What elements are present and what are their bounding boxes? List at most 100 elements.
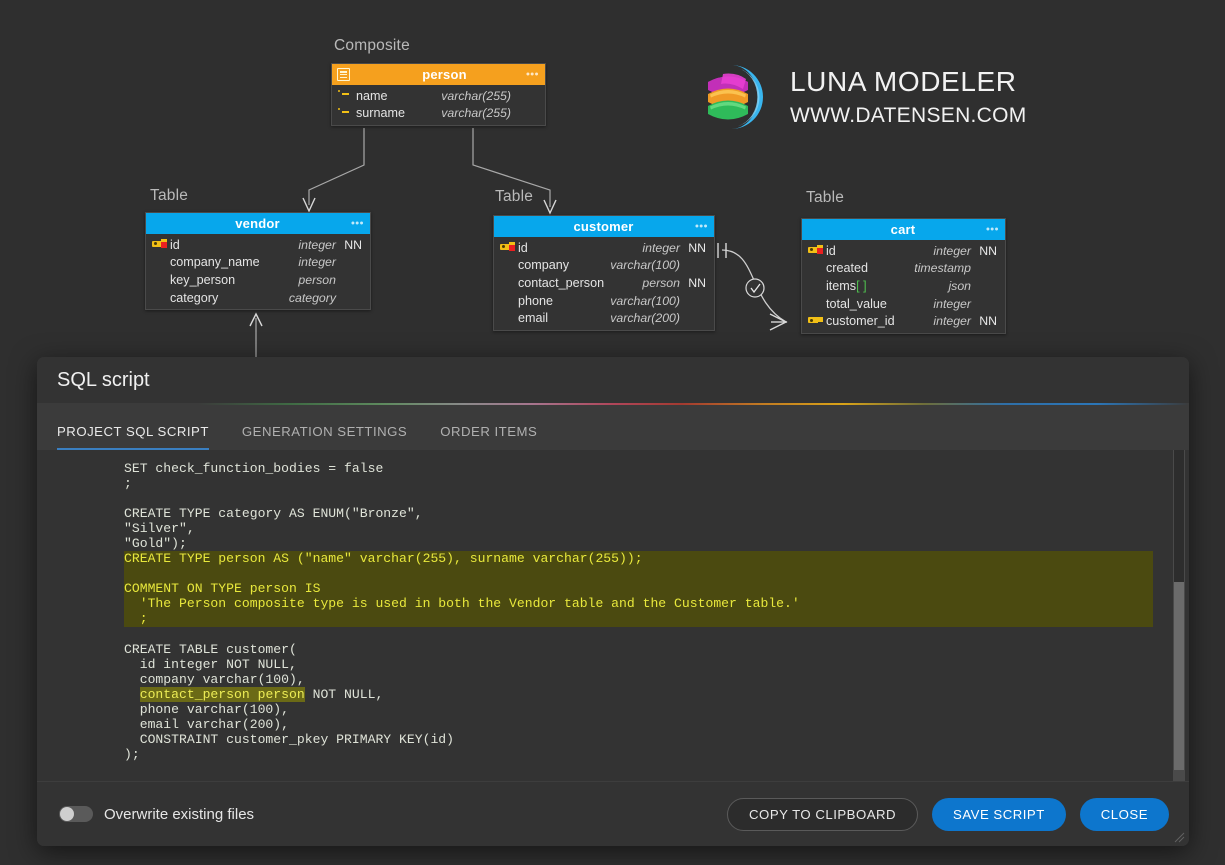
attribute-type: integer: [642, 240, 680, 255]
no-key-icon: [500, 313, 517, 324]
attribute-type: json: [948, 278, 971, 293]
attribute-icon: [338, 90, 355, 101]
attribute-type: integer: [298, 237, 336, 252]
attribute-icon: [338, 107, 355, 119]
table-row[interactable]: id integer NN: [802, 242, 1005, 260]
no-key-icon: [152, 292, 169, 303]
entity-name-vendor: vendor: [235, 216, 280, 231]
entity-header-customer[interactable]: customer •••: [494, 216, 714, 237]
attribute-name: total_value: [826, 296, 887, 311]
object-kind-label-cart: Table: [806, 189, 845, 206]
no-key-icon: [500, 277, 517, 288]
resize-grip-icon[interactable]: [1173, 831, 1185, 843]
script-inline-highlight: contact_person person: [139, 686, 305, 702]
entity-header-cart[interactable]: cart •••: [802, 219, 1005, 240]
sql-script-dialog: SQL script PROJECT SQL SCRIPT GENERATION…: [37, 357, 1189, 846]
script-highlighted-block: CREATE TYPE person AS ("name" varchar(25…: [124, 551, 1153, 627]
attribute-type: integer: [298, 255, 336, 270]
brand-url: WWW.DATENSEN.COM: [790, 104, 1027, 128]
overwrite-existing-files-toggle[interactable]: [59, 806, 93, 822]
brand-name: LUNA MODELER: [790, 65, 1017, 97]
entity-attribute-list-cart: id integer NN created timestamp items[ ]…: [802, 240, 1005, 333]
table-row[interactable]: company varchar(100): [494, 257, 714, 275]
attribute-name: email: [518, 311, 549, 326]
composite-type-icon: [337, 68, 350, 81]
table-row[interactable]: key_person person: [146, 271, 370, 289]
attribute-type: person: [298, 272, 336, 287]
table-row[interactable]: customer_id integer NN: [802, 312, 1005, 330]
no-key-icon: [808, 298, 825, 309]
primary-key-icon: [808, 245, 825, 256]
overwrite-existing-files-toggle-group[interactable]: Overwrite existing files: [59, 806, 254, 823]
save-script-button[interactable]: SAVE SCRIPT: [932, 797, 1066, 831]
table-row[interactable]: company_name integer: [146, 254, 370, 272]
table-row[interactable]: email varchar(200): [494, 309, 714, 327]
attribute-name: company_name: [170, 255, 260, 270]
entity-menu-cart[interactable]: •••: [986, 224, 999, 235]
gradient-divider: [37, 403, 1189, 405]
entity-attribute-list-person: name varchar(255) surname varchar(255): [332, 85, 545, 125]
table-row[interactable]: total_value integer: [802, 295, 1005, 313]
foreign-key-icon: [808, 316, 825, 327]
table-row[interactable]: contact_person person NN: [494, 274, 714, 292]
attribute-name: name: [356, 88, 388, 103]
tab-project-sql-script[interactable]: PROJECT SQL SCRIPT: [57, 424, 209, 450]
entity-header-vendor[interactable]: vendor •••: [146, 213, 370, 234]
array-suffix: [ ]: [856, 278, 867, 293]
no-key-icon: [152, 274, 169, 285]
table-row[interactable]: id integer NN: [494, 239, 714, 257]
table-row[interactable]: category category: [146, 289, 370, 307]
sql-script-text[interactable]: SET check_function_bodies = false ; CREA…: [37, 450, 1167, 781]
no-key-icon: [500, 260, 517, 271]
tab-order-items[interactable]: ORDER ITEMS: [440, 424, 537, 450]
entity-cart[interactable]: cart ••• id integer NN created timestamp: [801, 218, 1006, 334]
table-row[interactable]: items[ ] json: [802, 277, 1005, 295]
attribute-name: surname: [356, 106, 405, 121]
attribute-type: category: [288, 290, 336, 305]
attribute-notnull: NN: [979, 243, 997, 258]
attribute-notnull: NN: [688, 275, 706, 290]
table-row[interactable]: name varchar(255): [332, 87, 545, 105]
primary-key-icon: [500, 242, 517, 253]
tab-generation-settings[interactable]: GENERATION SETTINGS: [242, 424, 407, 450]
no-key-icon: [500, 295, 517, 306]
attribute-type: integer: [933, 314, 971, 329]
entity-person[interactable]: person ••• name varchar(255) surname var…: [331, 63, 546, 127]
table-row[interactable]: phone varchar(100): [494, 292, 714, 310]
copy-to-clipboard-button[interactable]: COPY TO CLIPBOARD: [727, 797, 919, 831]
attribute-type: varchar(255): [441, 106, 511, 121]
entity-menu-person[interactable]: •••: [526, 69, 539, 80]
entity-menu-customer[interactable]: •••: [695, 221, 708, 232]
object-kind-label-composite: Composite: [334, 37, 410, 54]
table-row[interactable]: surname varchar(255): [332, 105, 545, 123]
entity-header-person[interactable]: person •••: [332, 64, 545, 85]
attribute-name: id: [826, 243, 836, 258]
script-part-1: SET check_function_bodies = false ; CREA…: [124, 461, 423, 552]
dialog-button-group: COPY TO CLIPBOARD SAVE SCRIPT CLOSE: [727, 797, 1169, 831]
brand-block: LUNA MODELER WWW.DATENSEN.COM: [698, 62, 1027, 132]
entity-menu-vendor[interactable]: •••: [351, 218, 364, 229]
attribute-name: id: [518, 240, 528, 255]
attribute-type: integer: [933, 296, 971, 311]
entity-vendor[interactable]: vendor ••• id integer NN company_name in…: [145, 212, 371, 311]
scrollbar-thumb[interactable]: [1174, 582, 1184, 770]
close-button[interactable]: CLOSE: [1079, 797, 1169, 831]
attribute-name: key_person: [170, 272, 236, 287]
attribute-name: items[ ]: [826, 278, 867, 293]
no-key-icon: [152, 257, 169, 268]
table-row[interactable]: created timestamp: [802, 260, 1005, 278]
table-row[interactable]: id integer NN: [146, 236, 370, 254]
entity-attribute-list-vendor: id integer NN company_name integer key_p…: [146, 234, 370, 309]
attribute-type: integer: [933, 243, 971, 258]
attribute-type: varchar(100): [610, 293, 680, 308]
attribute-type: timestamp: [914, 261, 971, 276]
scrollbar-track-upper[interactable]: [1174, 450, 1184, 582]
attribute-name: created: [826, 261, 869, 276]
script-scrollbar[interactable]: [1173, 450, 1185, 781]
dialog-footer: Overwrite existing files COPY TO CLIPBOA…: [37, 781, 1189, 846]
dialog-tabbar: PROJECT SQL SCRIPT GENERATION SETTINGS O…: [37, 403, 1189, 450]
attribute-notnull: NN: [688, 240, 706, 255]
entity-customer[interactable]: customer ••• id integer NN company varch…: [493, 215, 715, 331]
attribute-name: phone: [518, 293, 554, 308]
attribute-type: varchar(100): [610, 258, 680, 273]
